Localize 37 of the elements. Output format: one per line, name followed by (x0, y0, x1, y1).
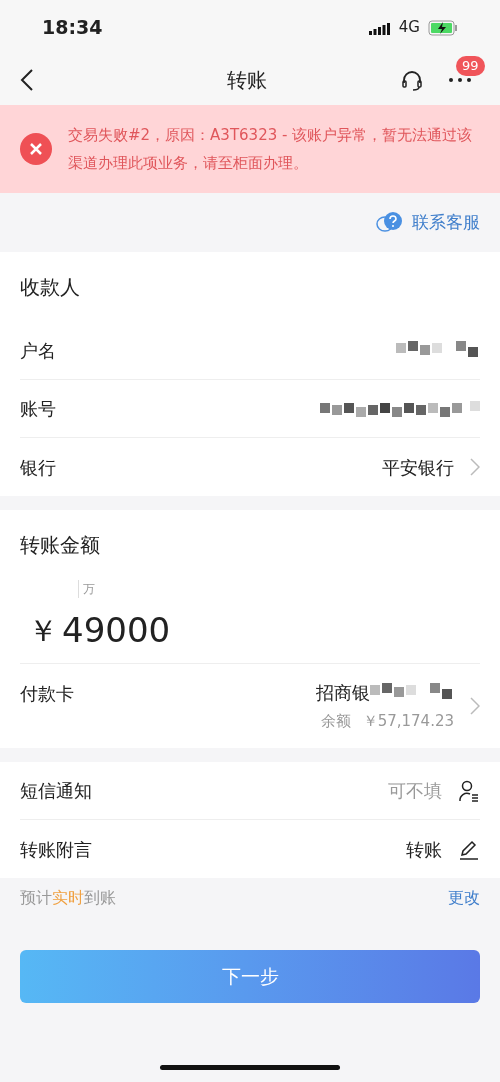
more-icon[interactable] (448, 76, 472, 84)
arrival-note: 预计实时到账 (20, 887, 116, 909)
field-label: 付款卡 (20, 682, 74, 706)
chevron-right-icon (470, 458, 480, 476)
notification-badge: 99 (456, 56, 485, 76)
field-label: 转账附言 (20, 837, 92, 862)
field-label: 账号 (20, 397, 56, 421)
chevron-right-icon (470, 697, 480, 715)
field-label: 短信通知 (20, 779, 92, 803)
field-value[interactable]: 转账 (406, 835, 442, 863)
balance-label: 余额 (320, 711, 351, 733)
headset-icon[interactable] (400, 68, 424, 92)
network-label: 4G (398, 17, 420, 39)
bank-name: 平安银行 (382, 455, 454, 480)
contact-list-icon[interactable] (458, 779, 480, 802)
section-title: 转账金额 (20, 532, 101, 559)
page-title: 转账 (226, 67, 268, 94)
balance-value: ￥57,174.23 (362, 711, 454, 733)
amount-value: 49000 (62, 609, 171, 652)
section-title: 收款人 (20, 274, 81, 301)
signal-icon (368, 20, 391, 35)
field-label: 户名 (20, 339, 56, 363)
pencil-icon[interactable] (458, 838, 480, 860)
next-step-button[interactable]: 下一步 (20, 950, 480, 1003)
contact-service-link[interactable]: 联系客服 (412, 209, 480, 236)
currency-symbol: ￥ (28, 612, 58, 650)
status-time: 18:34 (42, 15, 103, 41)
unit-hint: 万 (78, 580, 95, 598)
card-bank: 招商银 (316, 681, 370, 706)
input-field[interactable]: 可不填 (352, 777, 442, 804)
battery-charging-icon (428, 19, 458, 36)
help-chat-icon (376, 210, 404, 235)
field-label: 银行 (20, 455, 56, 480)
change-link[interactable]: 更改 (448, 886, 480, 910)
back-icon[interactable] (20, 68, 34, 92)
error-icon (20, 133, 52, 165)
error-message: 交易失败#2，原因：A3T6323 - 该账户异常，暂无法通过该渠道办理此项业务，请至柜面办理。 (68, 125, 474, 174)
